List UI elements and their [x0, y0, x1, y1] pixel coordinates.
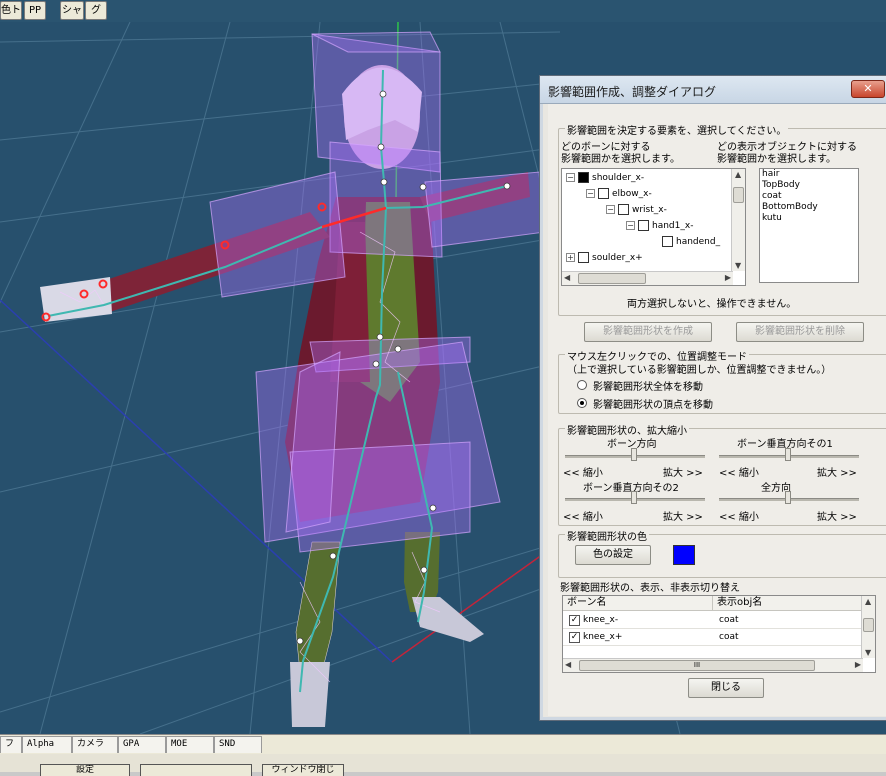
tree-item[interactable]: − elbow_x-	[586, 187, 652, 201]
color-swatch	[673, 545, 695, 565]
close-window-button[interactable]: ウィンドウ閉じ	[262, 764, 344, 776]
list-item[interactable]: coat	[760, 191, 858, 202]
row-checkbox[interactable]: ✓	[569, 615, 580, 626]
tree-hscroll[interactable]: ◀ ▶	[562, 271, 733, 285]
sha-button[interactable]: シャ	[60, 1, 84, 20]
obj-caption-2: 影響範囲かを選択します。	[717, 154, 836, 165]
bottom-tab-bar: フ Alpha カメラ GPA MOE SND	[0, 734, 886, 754]
tree-item[interactable]: − hand1_x-	[626, 219, 693, 233]
object-list[interactable]: hair TopBody coat BottomBody kutu	[759, 168, 859, 283]
close-icon[interactable]: ✕	[851, 80, 885, 98]
enlarge-label: 拡大 >>	[817, 512, 857, 523]
tab-alpha[interactable]: Alpha	[22, 736, 72, 753]
table-row[interactable]: ✓ knee_x- coat	[563, 612, 863, 629]
shrink-label: << 縮小	[563, 512, 603, 523]
row-bone: knee_x-	[583, 615, 619, 625]
color-group: 影響範囲形状の色 色の設定	[558, 528, 886, 578]
delete-shape-button[interactable]: 影響範囲形状を削除	[736, 322, 864, 342]
mouse-mode-note: （上で選択している影響範囲しか、位置調整できません。）	[567, 365, 832, 376]
scale-group: 影響範囲形状の、拡大縮小 ボーン方向 << 縮小 拡大 >> ボーン垂直方向その…	[558, 422, 886, 526]
tree-vscroll[interactable]: ▲ ▼	[731, 169, 745, 271]
enlarge-label: 拡大 >>	[663, 512, 703, 523]
tab-fu[interactable]: フ	[0, 736, 22, 753]
dialog-title-bar[interactable]: 影響範囲作成、調整ダイアログ ✕	[540, 76, 886, 104]
tab-gpa[interactable]: GPA	[118, 736, 166, 753]
settings-button[interactable]: 設定	[40, 764, 130, 776]
tree-item[interactable]: + soulder_x+	[566, 251, 643, 265]
radio-move-whole[interactable]	[577, 380, 587, 390]
column-header-bone[interactable]: ボーン名	[563, 596, 713, 611]
pp-button[interactable]: PP	[24, 1, 46, 20]
slider-thumb-perp2[interactable]	[631, 491, 637, 504]
visibility-table[interactable]: ボーン名 表示obj名 ✓ knee_x- coat ✓ knee_x+ coa…	[562, 595, 876, 673]
bottom-button-strip: 設定 ウィンドウ閉じ	[0, 754, 886, 776]
visibility-label: 影響範囲形状の、表示、非表示切り替え	[560, 583, 740, 594]
move-vertex-label: 影響範囲形状の頂点を移動	[593, 400, 713, 411]
slider-thumb-all[interactable]	[785, 491, 791, 504]
column-header-obj[interactable]: 表示obj名	[713, 596, 863, 611]
list-item[interactable]: TopBody	[760, 180, 858, 191]
tab-moe[interactable]: MOE	[166, 736, 214, 753]
move-whole-label: 影響範囲形状全体を移動	[593, 382, 703, 393]
shrink-label: << 縮小	[563, 468, 603, 479]
dialog-body: 影響範囲を決定する要素を、選択してください。 どのボーンに対する 影響範囲かを選…	[548, 104, 886, 716]
select-group: 影響範囲を決定する要素を、選択してください。 どのボーンに対する 影響範囲かを選…	[558, 122, 886, 316]
slider-thumb-bone-dir[interactable]	[631, 448, 637, 461]
shrink-label: << 縮小	[719, 468, 759, 479]
influence-dialog: 影響範囲作成、調整ダイアログ ✕ 影響範囲を決定する要素を、選択してください。 …	[539, 75, 886, 721]
table-hscroll[interactable]: ◀ III ▶	[563, 658, 863, 672]
selection-note: 両方選択しないと、操作できません。	[627, 299, 797, 310]
table-vscroll[interactable]: ▲ ▼	[861, 596, 875, 658]
list-item[interactable]: hair	[760, 169, 858, 180]
tree-item[interactable]: − shoulder_x-	[566, 171, 644, 185]
dialog-title: 影響範囲作成、調整ダイアログ	[548, 85, 717, 99]
slider-thumb-perp1[interactable]	[785, 448, 791, 461]
table-row[interactable]: ✓ knee_x+ coat	[563, 629, 863, 646]
color-group-label: 影響範囲形状の色	[565, 528, 649, 543]
bone-tree[interactable]: − shoulder_x- − elbow_x- − wrist_x- − hand1_…	[561, 168, 746, 286]
tab-snd[interactable]: SND	[214, 736, 262, 753]
gu-button[interactable]: グ	[85, 1, 107, 20]
bone-caption-2: 影響範囲かを選択します。	[561, 154, 680, 165]
enlarge-label: 拡大 >>	[663, 468, 703, 479]
row-checkbox[interactable]: ✓	[569, 632, 580, 643]
top-toolbar: 色ト PP シャ グ	[0, 0, 886, 22]
strip-button[interactable]	[140, 764, 252, 776]
create-shape-button[interactable]: 影響範囲形状を作成	[584, 322, 712, 342]
row-bone: knee_x+	[583, 632, 623, 642]
list-item[interactable]: kutu	[760, 213, 858, 224]
tree-item[interactable]: handend_	[662, 235, 720, 249]
list-item[interactable]: BottomBody	[760, 202, 858, 213]
row-obj: coat	[719, 615, 739, 625]
tree-item[interactable]: − wrist_x-	[606, 203, 667, 217]
radio-move-vertex[interactable]	[577, 398, 587, 408]
close-dialog-button[interactable]: 閉じる	[688, 678, 764, 698]
color-settings-button[interactable]: 色の設定	[575, 545, 651, 565]
shrink-label: << 縮小	[719, 512, 759, 523]
row-obj: coat	[719, 632, 739, 642]
tab-camera[interactable]: カメラ	[72, 736, 118, 753]
mouse-mode-group: マウス左クリックでの、位置調整モード （上で選択している影響範囲しか、位置調整で…	[558, 348, 886, 414]
color-toggle-button[interactable]: 色ト	[0, 1, 22, 20]
select-group-label: 影響範囲を決定する要素を、選択してください。	[565, 122, 789, 137]
enlarge-label: 拡大 >>	[817, 468, 857, 479]
